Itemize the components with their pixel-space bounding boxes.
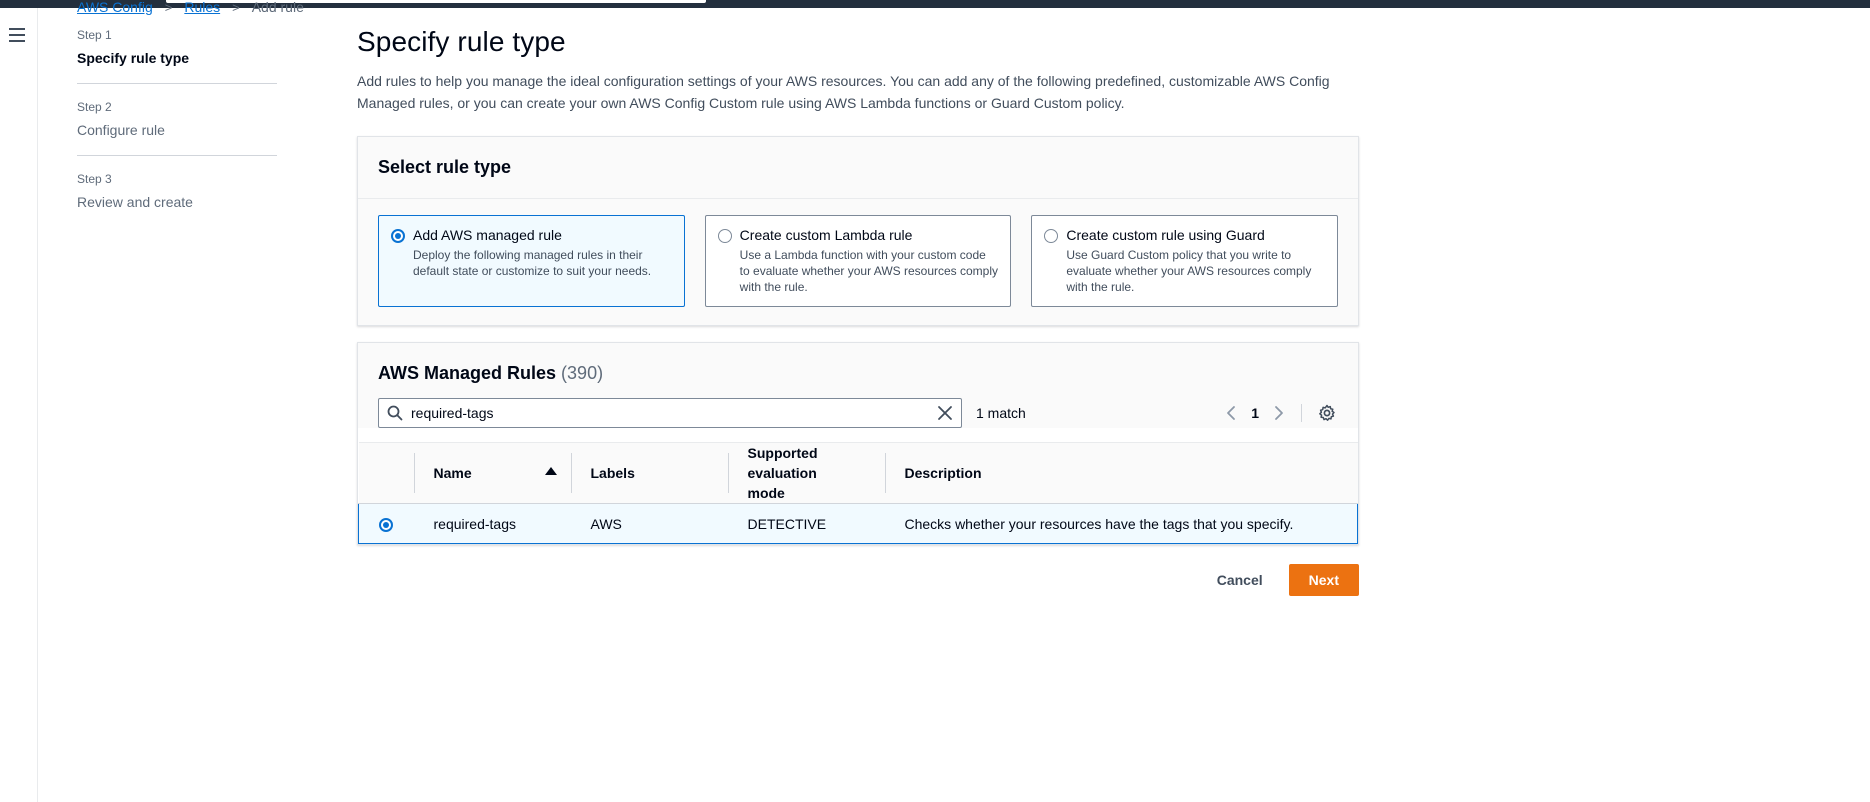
tile-custom-guard-rule[interactable]: Create custom rule using Guard Use Guard… [1031, 215, 1339, 307]
match-count: 1 match [976, 405, 1026, 421]
menu-icon[interactable] [9, 28, 25, 42]
breadcrumb-current: Add rule [251, 0, 304, 15]
select-rule-type-panel: Select rule type Add AWS managed rule De… [357, 136, 1359, 326]
cancel-button[interactable]: Cancel [1203, 564, 1277, 596]
breadcrumb: AWS Config > Rules > Add rule [77, 0, 304, 15]
tile-title: Create custom Lambda rule [739, 227, 913, 243]
column-header-description[interactable]: Description [884, 442, 1358, 504]
main-content: Specify rule type Add rules to help you … [357, 26, 1359, 596]
page-number[interactable]: 1 [1251, 405, 1259, 421]
next-button[interactable]: Next [1288, 564, 1359, 596]
breadcrumb-aws-config-link[interactable]: AWS Config [77, 0, 153, 15]
sort-ascending-icon[interactable] [544, 467, 557, 475]
column-header-labels-label: Labels [590, 465, 635, 481]
wizard-step-1: Step 1 Specify rule type [77, 28, 277, 84]
table-header-row: Name Labels Supported evaluation mode De… [358, 442, 1358, 504]
rule-type-tiles: Add AWS managed rule Deploy the followin… [358, 199, 1358, 325]
search-icon [387, 405, 403, 421]
column-header-name[interactable]: Name [413, 442, 571, 504]
managed-rules-table: Name Labels Supported evaluation mode De… [358, 442, 1358, 544]
wizard-step-3: Step 3 Review and create [77, 172, 277, 227]
row-select-cell [358, 503, 414, 544]
column-header-name-label: Name [433, 465, 472, 481]
tile-description: Deploy the following managed rules in th… [413, 248, 652, 278]
rule-mode-cell: DETECTIVE [727, 503, 885, 544]
row-radio-button[interactable] [379, 517, 393, 532]
step-number: Step 2 [77, 100, 112, 114]
filter-row: 1 match 1 [378, 398, 1338, 428]
column-header-select [358, 442, 414, 504]
table-header-area: AWS Managed Rules (390) 1 match 1 [358, 343, 1358, 428]
tile-description: Use a Lambda function with your custom c… [739, 248, 999, 294]
panel-header: Select rule type [358, 137, 1358, 199]
breadcrumb-separator-icon: > [232, 0, 240, 15]
wizard-step-2: Step 2 Configure rule [77, 100, 277, 156]
table-title: AWS Managed Rules (390) [378, 363, 1338, 384]
tile-custom-lambda-rule[interactable]: Create custom Lambda rule Use a Lambda f… [704, 215, 1012, 307]
breadcrumb-rules-link[interactable]: Rules [184, 0, 220, 15]
panel-title: Select rule type [378, 157, 512, 177]
step-number: Step 3 [77, 172, 112, 186]
page-description: Add rules to help you manage the ideal c… [357, 73, 1330, 111]
table-row[interactable]: required-tags AWS DETECTIVE Checks wheth… [358, 503, 1358, 544]
rule-labels-cell: AWS [570, 503, 728, 544]
tile-title: Add AWS managed rule [413, 227, 562, 243]
rule-name-cell: required-tags [413, 503, 571, 544]
chevron-right-icon[interactable] [1273, 405, 1285, 421]
rule-description-cell: Checks whether your resources have the t… [884, 503, 1358, 544]
column-header-labels[interactable]: Labels [570, 442, 728, 504]
step-label-configure-rule: Configure rule [77, 122, 165, 138]
wizard-steps: Step 1 Specify rule type Step 2 Configur… [77, 28, 277, 243]
rules-count: (390) [561, 363, 604, 383]
radio-button[interactable] [391, 229, 405, 243]
managed-rules-table-panel: AWS Managed Rules (390) 1 match 1 [357, 342, 1359, 545]
column-header-evaluation-mode[interactable]: Supported evaluation mode [727, 442, 885, 504]
settings-gear-icon[interactable] [1318, 404, 1336, 422]
search-box [378, 398, 962, 428]
pagination: 1 [1225, 404, 1336, 422]
chevron-left-icon[interactable] [1225, 405, 1237, 421]
clear-icon[interactable] [937, 405, 953, 421]
form-actions: Cancel Next [357, 564, 1359, 596]
pager-divider [1301, 404, 1302, 422]
breadcrumb-separator-icon: > [164, 0, 173, 15]
page-title: Specify rule type [357, 26, 566, 57]
table-title-text: AWS Managed Rules [378, 363, 557, 383]
tile-aws-managed-rule[interactable]: Add AWS managed rule Deploy the followin… [378, 215, 685, 307]
column-header-description-label: Description [904, 465, 982, 481]
step-label-review-and-create: Review and create [77, 194, 193, 210]
column-header-mode-label: Supported evaluation mode [747, 445, 818, 501]
radio-button[interactable] [717, 229, 732, 243]
navigation-rail [0, 8, 38, 802]
step-label-specify-rule-type: Specify rule type [77, 50, 190, 66]
tile-description: Use Guard Custom policy that you write t… [1066, 248, 1312, 294]
radio-button[interactable] [1044, 229, 1059, 243]
step-number: Step 1 [77, 28, 112, 42]
tile-title: Create custom rule using Guard [1066, 227, 1265, 243]
search-input[interactable] [411, 405, 937, 421]
